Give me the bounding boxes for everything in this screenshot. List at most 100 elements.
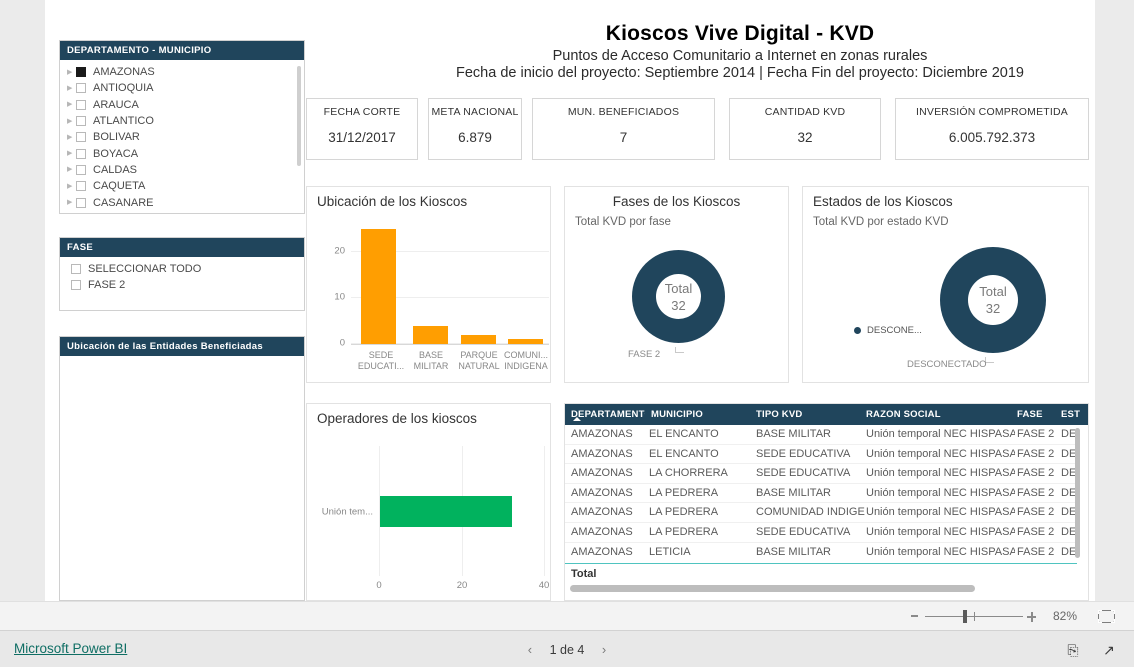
kpi-card-mun-beneficiados[interactable]: MUN. BENEFICIADOS 7 bbox=[532, 98, 715, 160]
cell-tipo-kvd: BASE MILITAR bbox=[756, 428, 831, 440]
next-page-icon[interactable]: › bbox=[588, 642, 620, 657]
checkbox-icon[interactable] bbox=[76, 132, 86, 143]
chevron-right-icon[interactable]: ▶ bbox=[67, 85, 76, 92]
table-row[interactable]: AMAZONAS LA PEDRERA COMUNIDAD INDIGENA U… bbox=[565, 503, 1077, 523]
slicer-list[interactable]: SELECCIONAR TODO FASE 2 bbox=[60, 257, 304, 309]
table[interactable]: DEPARTAMENTO MUNICIPIO TIPO KVD RAZON SO… bbox=[565, 404, 1088, 600]
zoom-out-icon[interactable] bbox=[911, 615, 918, 617]
checkbox-icon[interactable] bbox=[76, 67, 86, 78]
kpi-value: 31/12/2017 bbox=[328, 130, 396, 145]
zoom-in-icon-bar[interactable] bbox=[1031, 612, 1033, 622]
share-icon[interactable]: ⎘ bbox=[1064, 641, 1082, 659]
table-row[interactable]: AMAZONAS LETICIA BASE MILITAR Unión temp… bbox=[565, 543, 1077, 563]
checkbox-icon[interactable] bbox=[76, 181, 86, 192]
x-label-line: COMUNI... bbox=[504, 350, 548, 360]
slicer-item-bolivar[interactable]: ▶ BOLIVAR bbox=[60, 129, 304, 145]
table-row[interactable]: AMAZONAS LA CHORRERA SEDE EDUCATIVA Unió… bbox=[565, 464, 1077, 484]
checkbox-icon[interactable] bbox=[76, 148, 86, 159]
slicer-item-fase-2[interactable]: FASE 2 bbox=[60, 277, 304, 293]
slicer-item-label: AMAZONAS bbox=[93, 66, 155, 79]
slicer-departamento-municipio[interactable]: DEPARTAMENTO - MUNICIPIO ▶ AMAZONAS ▶ AN… bbox=[59, 40, 305, 214]
slicer-item-amazonas[interactable]: ▶ AMAZONAS bbox=[60, 64, 304, 80]
kpi-card-meta-nacional[interactable]: META NACIONAL 6.879 bbox=[428, 98, 522, 160]
slicer-item-partial[interactable]: ▶ bbox=[60, 211, 304, 212]
table-vertical-scrollbar[interactable] bbox=[1075, 428, 1080, 558]
chevron-right-icon[interactable]: ▶ bbox=[67, 183, 76, 190]
donut-slice-desconectado[interactable]: Total 32 bbox=[940, 247, 1046, 353]
table-row[interactable]: AMAZONAS EL ENCANTO BASE MILITAR Unión t… bbox=[565, 425, 1077, 445]
slicer-item-seleccionar-todo[interactable]: SELECCIONAR TODO bbox=[60, 261, 304, 277]
page-navigation[interactable]: ‹ 1 de 4 › bbox=[0, 642, 1134, 657]
table-row[interactable]: AMAZONAS LA PEDRERA SEDE EDUCATIVA Unión… bbox=[565, 523, 1077, 543]
chart-ubicacion-de-los-kioscos[interactable]: Ubicación de los Kioscos 0 10 20 SEDE ED… bbox=[306, 186, 551, 383]
slicer-item-arauca[interactable]: ▶ ARAUCA bbox=[60, 97, 304, 113]
previous-page-icon[interactable]: ‹ bbox=[514, 642, 546, 657]
checkbox-icon[interactable] bbox=[76, 83, 86, 94]
column-header-fase[interactable]: FASE bbox=[1011, 404, 1056, 425]
chevron-right-icon[interactable]: ▶ bbox=[67, 69, 76, 76]
bar-sede-educativa[interactable] bbox=[361, 228, 396, 344]
legend-item-desconectado[interactable]: DESCONE... bbox=[854, 325, 922, 336]
slicer-header: FASE bbox=[60, 238, 304, 257]
cell-municipio: LA PEDRERA bbox=[649, 526, 719, 538]
checkbox-icon[interactable] bbox=[71, 264, 81, 275]
donut-total-value: 32 bbox=[985, 301, 1001, 316]
kpi-card-inversion-comprometida[interactable]: INVERSIÓN COMPROMETIDA 6.005.792.373 bbox=[895, 98, 1089, 160]
slicer-item-caldas[interactable]: ▶ CALDAS bbox=[60, 162, 304, 178]
slicer-list[interactable]: ▶ AMAZONAS ▶ ANTIOQUIA ▶ ARAUCA ▶ ATLANT… bbox=[60, 60, 304, 212]
map-entidades-beneficiadas[interactable]: Ubicación de las Entidades Beneficiadas bbox=[59, 336, 305, 601]
donut-slice-fase-2[interactable]: Total 32 bbox=[632, 250, 725, 343]
column-header-tipo-kvd[interactable]: TIPO KVD bbox=[750, 404, 860, 425]
donut-center-label: Total 32 bbox=[968, 275, 1018, 325]
chevron-right-icon[interactable]: ▶ bbox=[67, 101, 76, 108]
bar-union-temporal[interactable]: Unión tem... bbox=[322, 496, 512, 527]
slicer-fase[interactable]: FASE SELECCIONAR TODO FASE 2 bbox=[59, 237, 305, 311]
map-area[interactable] bbox=[60, 356, 304, 599]
kpi-card-cantidad-kvd[interactable]: CANTIDAD KVD 32 bbox=[729, 98, 881, 160]
bar-base-militar[interactable] bbox=[413, 325, 448, 344]
sort-ascending-icon[interactable] bbox=[573, 417, 581, 421]
chevron-right-icon[interactable]: ▶ bbox=[67, 150, 76, 157]
slicer-item-boyaca[interactable]: ▶ BOYACA bbox=[60, 145, 304, 161]
table-header-row[interactable]: DEPARTAMENTO MUNICIPIO TIPO KVD RAZON SO… bbox=[565, 404, 1088, 425]
column-chart-plot: 0 10 20 bbox=[334, 225, 549, 349]
column-header-razon-social[interactable]: RAZON SOCIAL bbox=[860, 404, 1025, 425]
zoom-toolbar[interactable]: 82% bbox=[0, 601, 1134, 630]
chevron-right-icon[interactable]: ▶ bbox=[67, 199, 76, 206]
chevron-right-icon[interactable]: ▶ bbox=[67, 118, 76, 125]
slicer-item-caqueta[interactable]: ▶ CAQUETA bbox=[60, 178, 304, 194]
chart-fases-de-los-kioscos[interactable]: Fases de los Kioscos Total KVD por fase … bbox=[564, 186, 789, 383]
page-indicator: 1 de 4 bbox=[549, 643, 585, 657]
column-header-estado[interactable]: EST bbox=[1055, 404, 1088, 425]
chart-estados-de-los-kioscos[interactable]: Estados de los Kioscos Total KVD por est… bbox=[802, 186, 1089, 492]
y-axis-tick: 20 bbox=[334, 245, 345, 257]
cell-tipo-kvd: SEDE EDUCATIVA bbox=[756, 447, 851, 460]
fullscreen-icon[interactable]: ↗ bbox=[1100, 641, 1118, 659]
cell-tipo-kvd: SEDE EDUCATIVA bbox=[756, 526, 851, 538]
checkbox-icon[interactable] bbox=[76, 197, 86, 208]
column-header-departamento[interactable]: DEPARTAMENTO bbox=[565, 404, 645, 425]
chart-operadores-de-los-kioscos[interactable]: Operadores de los kioscos Unión tem... 0… bbox=[306, 403, 551, 601]
chevron-right-icon[interactable]: ▶ bbox=[67, 166, 76, 173]
slicer-item-antioquia[interactable]: ▶ ANTIOQUIA bbox=[60, 80, 304, 96]
table-row[interactable]: AMAZONAS EL ENCANTO SEDE EDUCATIVA Unión… bbox=[565, 445, 1077, 465]
slicer-item-atlantico[interactable]: ▶ ATLANTICO bbox=[60, 113, 304, 129]
checkbox-icon[interactable] bbox=[76, 164, 86, 175]
cell-tipo-kvd: BASE MILITAR bbox=[756, 545, 831, 558]
bar-comunidad-indigena[interactable] bbox=[508, 339, 543, 344]
checkbox-icon[interactable] bbox=[76, 116, 86, 127]
table-horizontal-scrollbar[interactable] bbox=[570, 585, 975, 592]
slicer-item-casanare[interactable]: ▶ CASANARE bbox=[60, 194, 304, 210]
slicer-scrollbar[interactable] bbox=[297, 66, 301, 166]
bar-parque-natural[interactable] bbox=[461, 334, 496, 344]
checkbox-icon[interactable] bbox=[76, 99, 86, 110]
kpi-card-fecha-corte[interactable]: FECHA CORTE 31/12/2017 bbox=[306, 98, 418, 160]
table-row[interactable]: AMAZONAS LA PEDRERA BASE MILITAR Unión t… bbox=[565, 484, 1077, 504]
checkbox-icon[interactable] bbox=[71, 280, 81, 291]
bar-chart-plot: Unión tem... 0 20 40 bbox=[322, 446, 549, 591]
zoom-slider-thumb[interactable] bbox=[963, 610, 967, 623]
chevron-right-icon[interactable]: ▶ bbox=[67, 134, 76, 141]
table-kvd-detalle[interactable]: DEPARTAMENTO MUNICIPIO TIPO KVD RAZON SO… bbox=[564, 403, 1089, 601]
column-header-municipio[interactable]: MUNICIPIO bbox=[645, 404, 750, 425]
fit-to-page-icon[interactable] bbox=[1098, 610, 1115, 623]
